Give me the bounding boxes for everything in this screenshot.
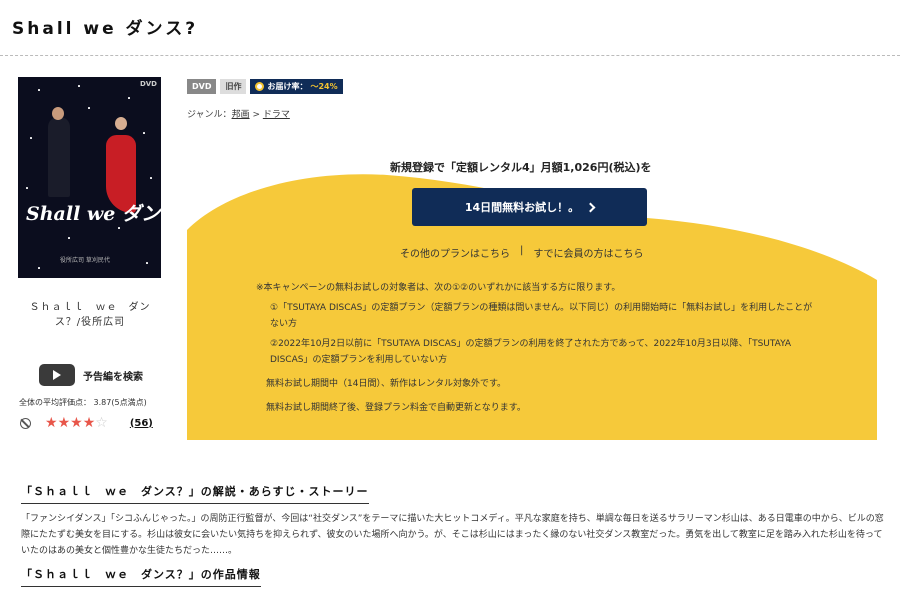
notes-line-4: 無料お試し期間終了後、登録プラン料金で自動更新となります。 <box>266 403 526 413</box>
jacket-figure-man <box>48 117 70 197</box>
star-icon-filled: ★ <box>57 415 71 431</box>
trailer-search-label[interactable]: 予告編を検索 <box>83 368 143 383</box>
star-icon-filled: ★ <box>45 415 58 431</box>
star-icon-empty: ☆ <box>95 415 108 431</box>
cta-headline: 新規登録で「定額レンタル4」月額1,026円(税込)を <box>390 161 652 174</box>
other-plans-link[interactable]: その他のプランはこちら <box>400 245 510 260</box>
play-icon[interactable] <box>39 364 75 386</box>
story-text: 「ファンシイダンス」「シコふんじゃった。」の周防正行監督が、今回は“社交ダンス”… <box>21 514 884 556</box>
jacket-figure-woman-head <box>115 117 127 130</box>
genre-breadcrumb: ジャンル：邦画 > ドラマ <box>187 107 290 120</box>
trailer-search[interactable]: 予告編を検索 <box>39 364 143 386</box>
jacket-figure-man-head <box>52 107 64 120</box>
page-title: Shall we ダンス? <box>12 19 199 39</box>
rating-row: ★ ★ ★ ★ ☆ (56) <box>20 416 153 430</box>
notes-item-2: ②2022年10月2日以前に「TSUTAYA DISCAS」の定額プランの利用を… <box>270 339 792 365</box>
genre-link-level1[interactable]: 邦画 <box>232 110 250 120</box>
dvd-jacket-image[interactable]: DVD Shall we ダンス? 役所広司 草刈民代 <box>18 77 161 278</box>
work-info-heading: 「Ｓｈａｌｌ ｗｅ ダンス？」の作品情報 <box>21 566 261 587</box>
star-icon-filled: ★ <box>82 415 96 431</box>
jacket-logo: Shall we ダンス? <box>26 203 161 225</box>
genre-link-level2[interactable]: ドラマ <box>263 110 290 120</box>
jacket-cast: 役所広司 草刈民代 <box>60 257 110 264</box>
delivery-rate-value: ～24% <box>310 82 338 91</box>
delivery-moon-icon <box>255 82 265 91</box>
badge-dvd: DVD <box>187 79 217 94</box>
jacket-starfield <box>18 77 161 278</box>
genre-separator: > <box>249 110 263 120</box>
cta-links: その他のプランはこちら | すでに会員の方はこちら <box>400 245 643 260</box>
not-interested-icon[interactable] <box>20 417 31 429</box>
delivery-rate-label: お届け率： <box>267 82 308 91</box>
notes-line-3: 無料お試し期間中（14日間）、新作はレンタル対象外です。 <box>266 379 507 389</box>
member-login-link[interactable]: すでに会員の方はこちら <box>533 245 643 260</box>
free-trial-button-label[interactable]: 14日間無料お試し！。 <box>465 199 579 215</box>
chevron-right-icon <box>585 202 596 212</box>
genre-prefix: ジャンル： <box>187 110 232 120</box>
review-count-link[interactable]: (56) <box>130 418 153 429</box>
badge-delivery-rate: お届け率： ～24% <box>250 79 343 94</box>
badge-row: DVD 旧作 お届け率： ～24% <box>187 79 343 94</box>
product-name: Ｓｈａｌｌ ｗｅ ダンス？/役所広司 <box>29 302 151 328</box>
star-icon-filled: ★ <box>70 415 83 431</box>
campaign-notes: ※本キャンペーンの無料お試しの対象者は、次の①②のいずれかに該当する方に限ります… <box>256 280 816 420</box>
badge-old-release: 旧作 <box>220 79 247 94</box>
notes-intro: ※本キャンペーンの無料お試しの対象者は、次の①②のいずれかに該当する方に限ります… <box>256 283 621 293</box>
free-trial-button[interactable]: 14日間無料お試し！。 <box>412 188 647 226</box>
notes-item-1: ①「TSUTAYA DISCAS」の定額プラン（定額プランの種類は問いません。以… <box>270 303 813 329</box>
average-rating-text: 全体の平均評価点： 3.87(5点満点) <box>19 398 147 407</box>
cta-links-divider: | <box>520 245 524 256</box>
title-divider <box>0 55 900 56</box>
story-heading: 「Ｓｈａｌｌ ｗｅ ダンス？」の解説・あらすじ・ストーリー <box>21 483 369 504</box>
jacket-dvd-label: DVD <box>139 80 157 88</box>
